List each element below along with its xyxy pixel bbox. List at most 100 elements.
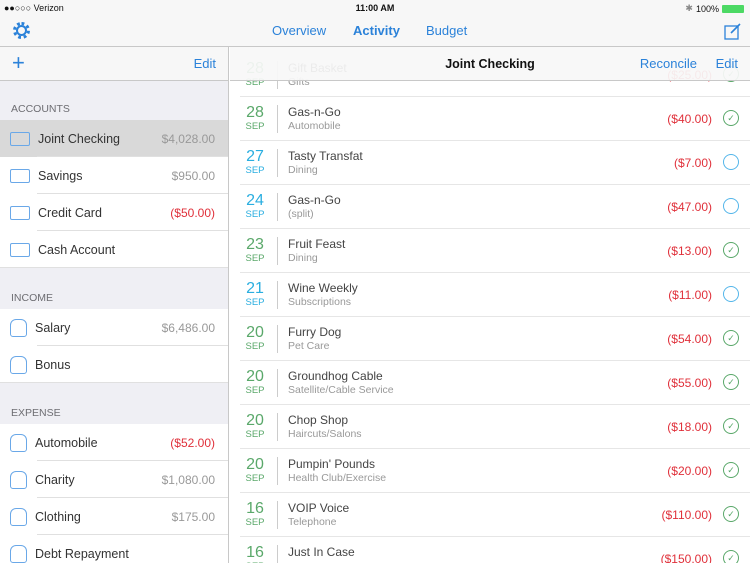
- compose-icon[interactable]: [724, 22, 742, 40]
- day: 20: [246, 324, 264, 341]
- payee: VOIP Voice: [288, 501, 350, 515]
- sidebar-item[interactable]: Charity $1,080.00: [0, 461, 228, 498]
- month: SEP: [245, 209, 265, 220]
- item-amount: $4,028.00: [161, 131, 215, 146]
- date: 27 SEP: [240, 149, 270, 177]
- category: Haircuts/Salons: [288, 428, 362, 440]
- transaction-row[interactable]: 20 SEP Chop Shop Haircuts/Salons ($18.00)…: [240, 405, 750, 449]
- transaction-row[interactable]: 20 SEP Furry Dog Pet Care ($54.00) ✓: [240, 317, 750, 361]
- payee: Tasty Transfat: [288, 149, 363, 163]
- divider: [277, 193, 278, 221]
- category: Health Club/Exercise: [288, 472, 387, 484]
- item-amount: ($52.00): [170, 435, 215, 450]
- day: 20: [246, 368, 264, 385]
- cleared-check-icon[interactable]: ✓: [723, 550, 739, 563]
- payee: Wine Weekly: [288, 281, 358, 295]
- tab-budget[interactable]: Budget: [426, 23, 467, 38]
- sidebar-item[interactable]: Credit Card ($50.00): [0, 194, 228, 231]
- date: 24 SEP: [240, 193, 270, 221]
- edit-button[interactable]: Edit: [716, 56, 738, 71]
- category: (split): [288, 208, 314, 220]
- amount: ($7.00): [673, 156, 712, 170]
- amount: ($55.00): [667, 376, 712, 390]
- cleared-check-icon[interactable]: ✓: [723, 242, 739, 258]
- transaction-row[interactable]: 16SEP Just In Case ($150.00) ✓: [240, 537, 750, 563]
- sidebar-item[interactable]: Debt Repayment: [0, 535, 228, 563]
- add-icon[interactable]: +: [12, 50, 25, 76]
- item-amount: $950.00: [171, 168, 215, 183]
- payee: Groundhog Cable: [288, 369, 383, 383]
- amount: ($11.00): [668, 288, 712, 302]
- day: 21: [246, 280, 264, 297]
- divider: [277, 149, 278, 177]
- transaction-row[interactable]: 20 SEP Pumpin' Pounds Health Club/Exercis…: [240, 449, 750, 493]
- transaction-row[interactable]: 28 SEP Gas-n-Go Automobile ($40.00) ✓: [240, 97, 750, 141]
- cleared-check-icon[interactable]: ✓: [723, 418, 739, 434]
- date: 21 SEP: [240, 280, 270, 309]
- category: Satellite/Cable Service: [288, 384, 394, 396]
- sidebar-edit-button[interactable]: Edit: [194, 56, 216, 71]
- payee: Chop Shop: [288, 413, 349, 427]
- safe-icon: [10, 168, 30, 183]
- check-icon: [10, 131, 30, 146]
- section-title: ACCOUNTS: [11, 103, 70, 115]
- item-name: Joint Checking: [38, 131, 120, 146]
- item-name: Bonus: [35, 357, 71, 372]
- item-amount: ($50.00): [170, 205, 215, 220]
- date: 16SEP: [240, 501, 270, 529]
- reconcile-button[interactable]: Reconcile: [640, 56, 697, 71]
- divider: [277, 369, 278, 397]
- cleared-check-icon[interactable]: ✓: [723, 506, 739, 522]
- sidebar-item[interactable]: Cash Account: [0, 231, 228, 268]
- date: 20 SEP: [240, 368, 270, 397]
- transaction-row[interactable]: 20 SEP Groundhog Cable Satellite/Cable Se…: [240, 361, 750, 405]
- date: 16SEP: [240, 545, 270, 563]
- cleared-check-icon[interactable]: ✓: [723, 110, 739, 126]
- month: SEP: [245, 297, 265, 308]
- section-header: INCOME: [0, 268, 228, 309]
- day: 20: [246, 456, 264, 473]
- date: 28SEP: [240, 105, 270, 133]
- sidebar-item[interactable]: Automobile ($52.00): [0, 424, 228, 461]
- payee: Just In Case: [288, 545, 355, 559]
- transaction-row[interactable]: 27 SEP Tasty Transfat Dining ($7.00): [240, 141, 750, 185]
- divider: [277, 105, 278, 133]
- cleared-check-icon[interactable]: ✓: [723, 374, 739, 390]
- date: 20 SEP: [240, 413, 270, 441]
- sidebar-item[interactable]: Bonus: [0, 346, 228, 383]
- divider: [277, 413, 278, 441]
- tab-activity[interactable]: Activity: [353, 23, 400, 38]
- sidebar-item[interactable]: Joint Checking $4,028.00: [0, 120, 228, 157]
- divider: [277, 325, 278, 353]
- month: SEP: [245, 429, 265, 440]
- tab-overview[interactable]: Overview: [272, 23, 326, 38]
- nav-bar: Overview Activity Budget: [0, 16, 750, 47]
- item-name: Debt Repayment: [35, 546, 129, 561]
- item-name: Charity: [35, 472, 75, 487]
- category: Automobile: [288, 120, 341, 132]
- cleared-check-icon[interactable]: ✓: [723, 330, 739, 346]
- month: SEP: [245, 385, 265, 396]
- transaction-row[interactable]: 23 SEP Fruit Feast Dining ($13.00) ✓: [240, 229, 750, 273]
- amount: ($18.00): [667, 420, 712, 434]
- uncleared-circle-icon[interactable]: [723, 154, 739, 170]
- uncleared-circle-icon[interactable]: [723, 286, 739, 302]
- transaction-row[interactable]: 16 SEP VOIP Voice Telephone ($110.00) ✓: [240, 493, 750, 537]
- item-name: Clothing: [35, 509, 81, 524]
- envelope-roll-icon: [10, 355, 27, 374]
- sidebar: + Edit ACCOUNTS Joint Checking $4,028.00…: [0, 47, 229, 563]
- clock: 11:00 AM: [355, 3, 395, 13]
- sidebar-item[interactable]: Clothing $175.00: [0, 498, 228, 535]
- category: Subscriptions: [288, 296, 352, 308]
- transaction-row[interactable]: 21 SEP Wine Weekly Subscriptions ($11.00): [240, 273, 750, 317]
- item-name: Salary: [35, 320, 71, 335]
- sidebar-item[interactable]: Savings $950.00: [0, 157, 228, 194]
- payee: Furry Dog: [288, 325, 342, 339]
- sidebar-item[interactable]: Salary $6,486.00: [0, 309, 228, 346]
- divider: [277, 281, 278, 309]
- cleared-check-icon[interactable]: ✓: [723, 462, 739, 478]
- transaction-row[interactable]: 24 SEP Gas-n-Go (split) ($47.00): [240, 185, 750, 229]
- uncleared-circle-icon[interactable]: [723, 198, 739, 214]
- settings-gear-icon[interactable]: [13, 22, 30, 39]
- divider: [277, 501, 278, 529]
